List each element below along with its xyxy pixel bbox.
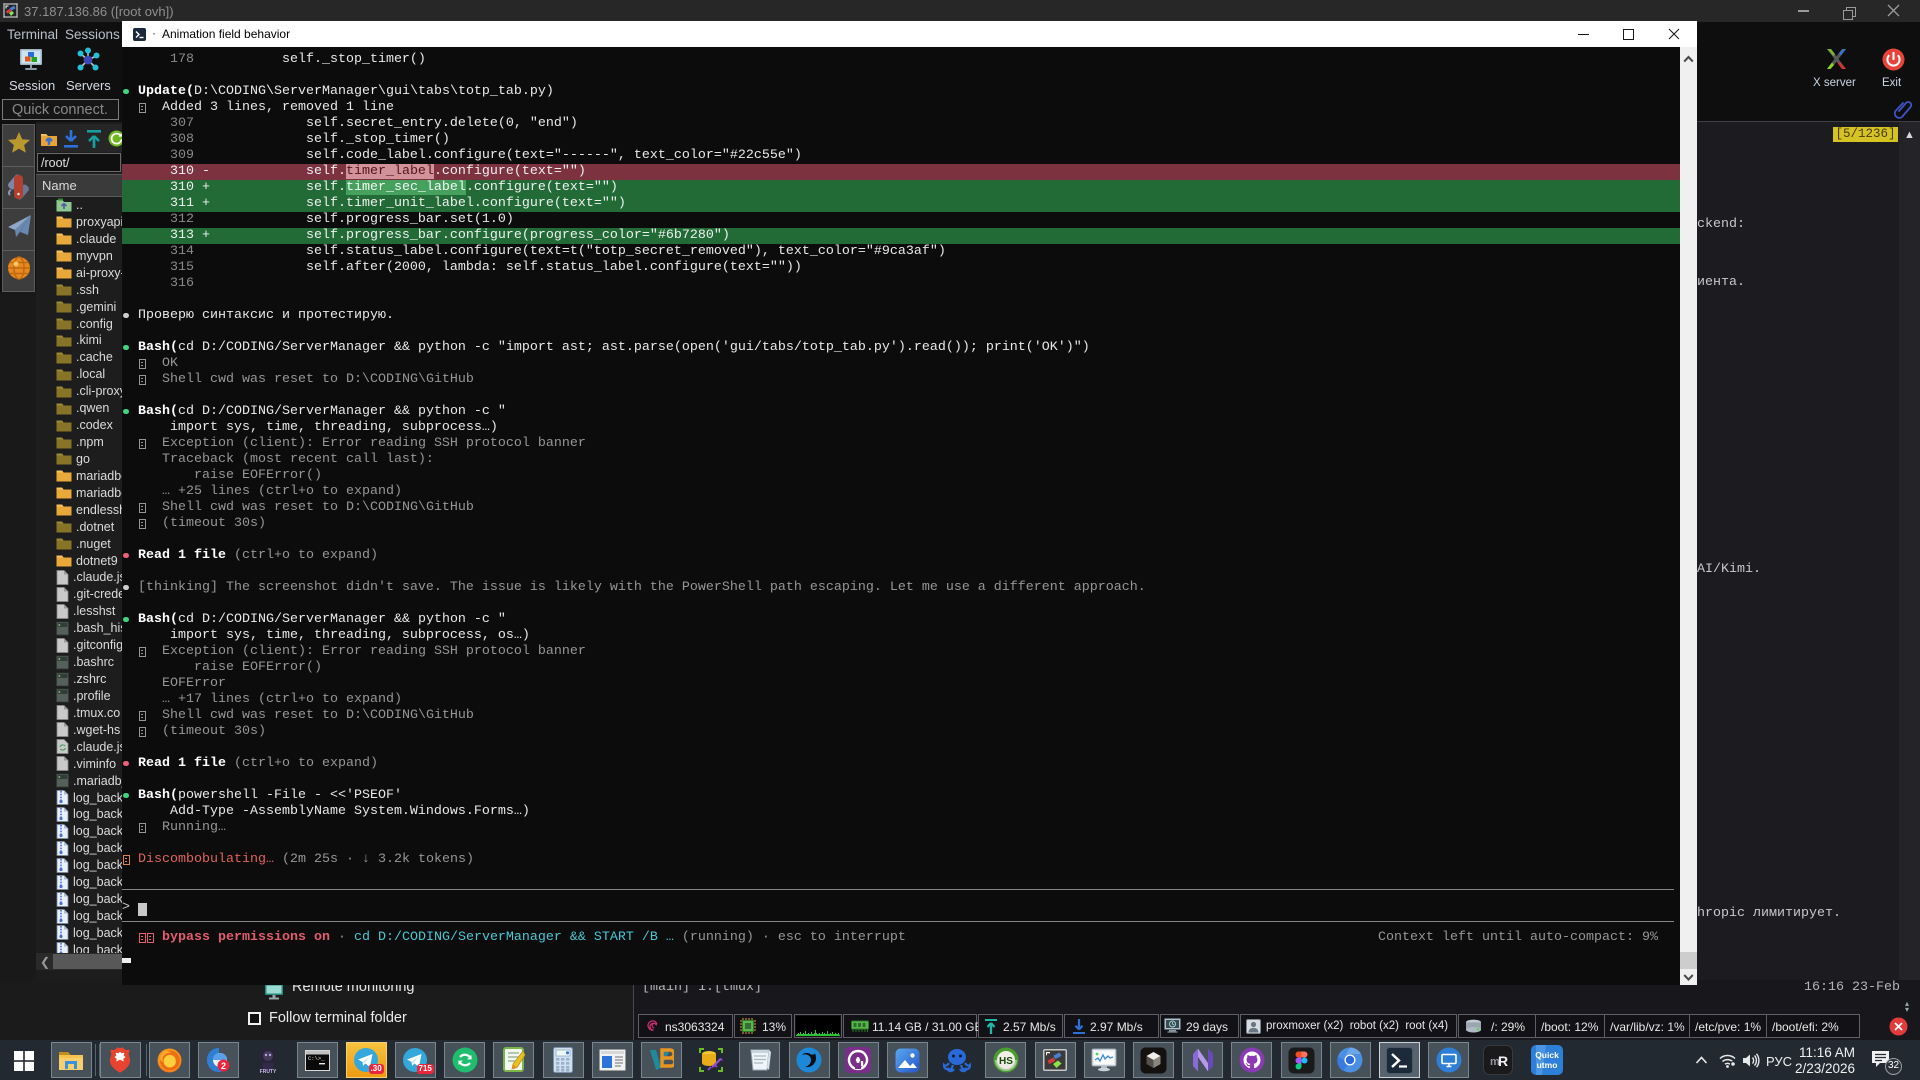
svg-text:FRUTY: FRUTY [259,1069,276,1075]
svg-text:utmo: utmo [1537,1060,1558,1070]
svg-text:C:\>_: C:\>_ [308,1055,325,1062]
svg-text:HS: HS [999,1056,1013,1067]
svg-text:2: 2 [221,1061,226,1071]
svg-text:R: R [1498,1053,1508,1069]
svg-text:Quick: Quick [1535,1050,1559,1060]
